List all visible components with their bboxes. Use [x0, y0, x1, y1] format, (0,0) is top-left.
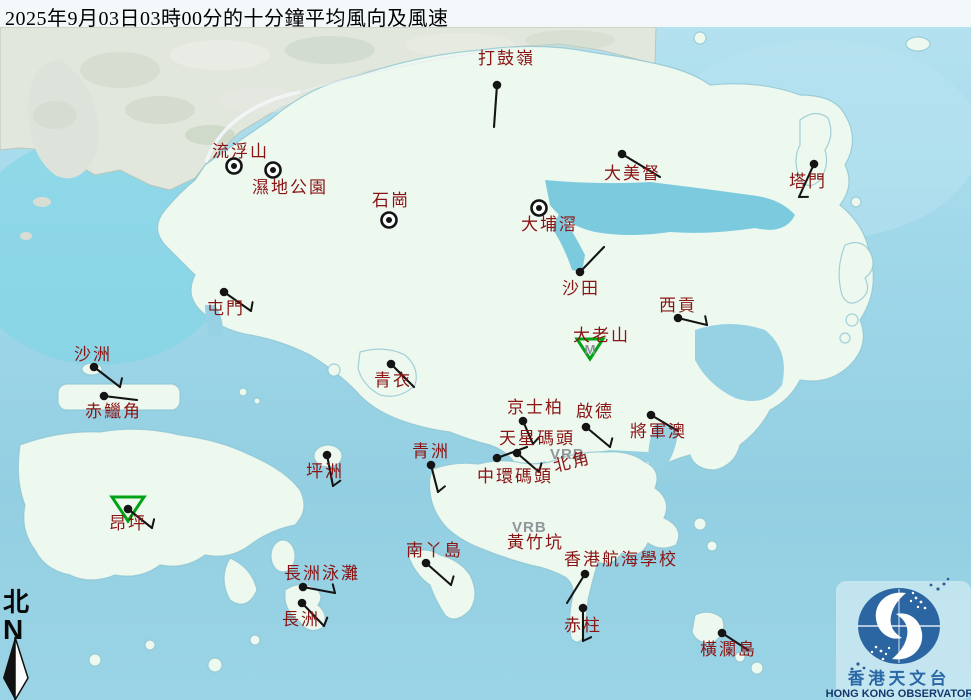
station-dot — [124, 505, 133, 514]
station-label: 沙田 — [562, 279, 600, 298]
wind-map-frame: 打鼓嶺流浮山濕地公園石崗大美督塔門大埔滘沙田西貢屯門M大老山沙洲赤鱲角青衣京士柏… — [0, 0, 971, 700]
station-label: 石崗 — [372, 191, 410, 210]
station-dot — [576, 268, 585, 277]
calm-symbol-center — [386, 217, 392, 223]
hko-logo-english: HONG KONG OBSERVATORY — [826, 688, 971, 700]
station-label: 長洲 — [282, 610, 320, 629]
hko-logo: 香港天文台 HONG KONG OBSERVATORY — [826, 578, 971, 700]
station-label: 青衣 — [374, 371, 412, 390]
station-dot — [100, 392, 109, 401]
station-label: 西貢 — [659, 296, 697, 315]
station-label: 濕地公園 — [252, 178, 328, 197]
compass-hanzi: 北 — [3, 588, 29, 617]
station-dot — [718, 629, 727, 638]
station-dot — [618, 150, 627, 159]
station-dot — [581, 570, 590, 579]
station-label: 橫瀾島 — [700, 640, 757, 659]
station-label: 沙洲 — [74, 345, 112, 364]
station-label: 長洲泳灘 — [284, 564, 360, 583]
calm-symbol-center — [231, 163, 237, 169]
station-dot — [323, 451, 332, 460]
station-label: 赤柱 — [564, 616, 602, 635]
station-dot — [298, 599, 307, 608]
station-dot — [579, 604, 588, 613]
station-label: 塔門 — [789, 172, 827, 191]
station-label: 黃竹坑 — [507, 533, 564, 552]
hko-logo-chinese: 香港天文台 — [848, 668, 951, 688]
station-label: 南丫島 — [406, 541, 463, 560]
station-label: 京士柏 — [507, 398, 564, 417]
station-dot — [519, 417, 528, 426]
station-label: 中環碼頭 — [477, 467, 553, 486]
station-label: 大美督 — [604, 164, 661, 183]
station-label: 坪洲 — [306, 462, 344, 481]
station-label: 流浮山 — [212, 142, 269, 161]
station-dot — [493, 454, 502, 463]
station-dot — [299, 583, 308, 592]
station-label: 赤鱲角 — [85, 402, 142, 421]
station-dot — [427, 461, 436, 470]
station-label: 打鼓嶺 — [478, 49, 535, 68]
station-dot — [220, 288, 229, 297]
station-dot — [647, 411, 656, 420]
hong-kong-map: 打鼓嶺流浮山濕地公園石崗大美督塔門大埔滘沙田西貢屯門M大老山沙洲赤鱲角青衣京士柏… — [0, 0, 971, 700]
compass-letter: N — [3, 614, 23, 645]
station-label: 青洲 — [412, 442, 450, 461]
station-label: 屯門 — [207, 299, 245, 318]
po-toi-group — [692, 612, 724, 643]
station-dot — [810, 160, 819, 169]
station-dot — [493, 81, 502, 90]
station-label: 大埔滘 — [521, 215, 578, 234]
calm-symbol-center — [536, 205, 542, 211]
station-label: 將軍澳 — [630, 422, 687, 441]
station-dot — [582, 423, 591, 432]
station-label: 香港航海學校 — [564, 550, 678, 569]
station-label: 昂坪 — [109, 514, 147, 533]
station-dot — [387, 360, 396, 369]
calm-symbol-center — [270, 167, 276, 173]
station-label: 大老山 — [573, 326, 630, 345]
station-label: 啟德 — [576, 402, 614, 421]
map-title: 2025年9月03日03時00分的十分鐘平均風向及風速 — [0, 0, 971, 27]
